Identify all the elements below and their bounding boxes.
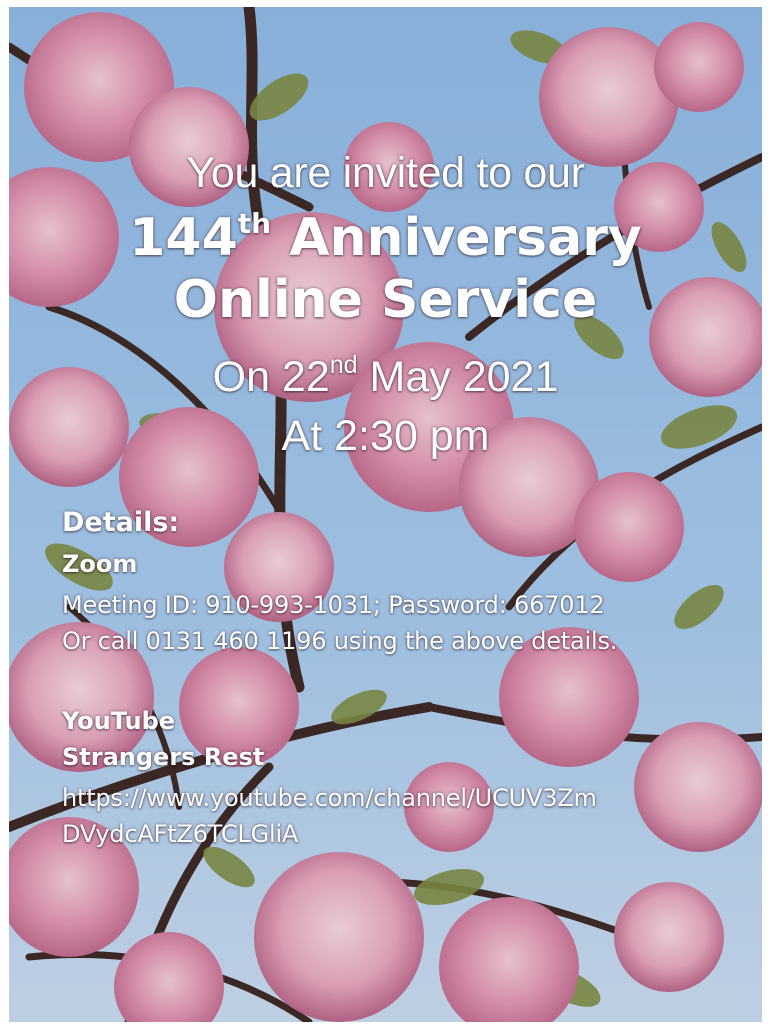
youtube-url-line2[interactable]: DVydcAFtZ6TCLGliA xyxy=(62,820,298,848)
zoom-label: Zoom xyxy=(62,550,138,578)
event-date-suffix: May 2021 xyxy=(369,353,559,401)
event-date: On 22nd May 2021 xyxy=(9,352,762,402)
event-date-prefix: On 22 xyxy=(212,353,330,401)
event-date-ordinal: nd xyxy=(329,351,358,379)
event-title-line2: Online Service xyxy=(173,270,598,330)
anniversary-ordinal: th xyxy=(237,207,272,240)
event-title-line1: 144th Anniversary xyxy=(9,207,762,269)
zoom-meeting-info: Meeting ID: 910-993-1031; Password: 6670… xyxy=(62,591,605,619)
details-heading: Details: xyxy=(62,507,180,538)
anniversary-word: Anniversary xyxy=(289,208,642,268)
event-title: 144th Anniversary Online Service xyxy=(9,207,762,331)
invitation-poster: You are invited to our 144th Anniversary… xyxy=(9,7,762,1022)
anniversary-number: 144 xyxy=(129,208,238,268)
youtube-url-line1[interactable]: https://www.youtube.com/channel/UCUV3Zm xyxy=(62,784,597,812)
youtube-label: YouTube xyxy=(62,707,176,735)
event-time: At 2:30 pm xyxy=(281,412,490,460)
youtube-channel-name: Strangers Rest xyxy=(62,743,265,771)
zoom-call-info: Or call 0131 460 1196 using the above de… xyxy=(62,627,618,655)
invitation-intro: You are invited to our xyxy=(186,149,585,197)
